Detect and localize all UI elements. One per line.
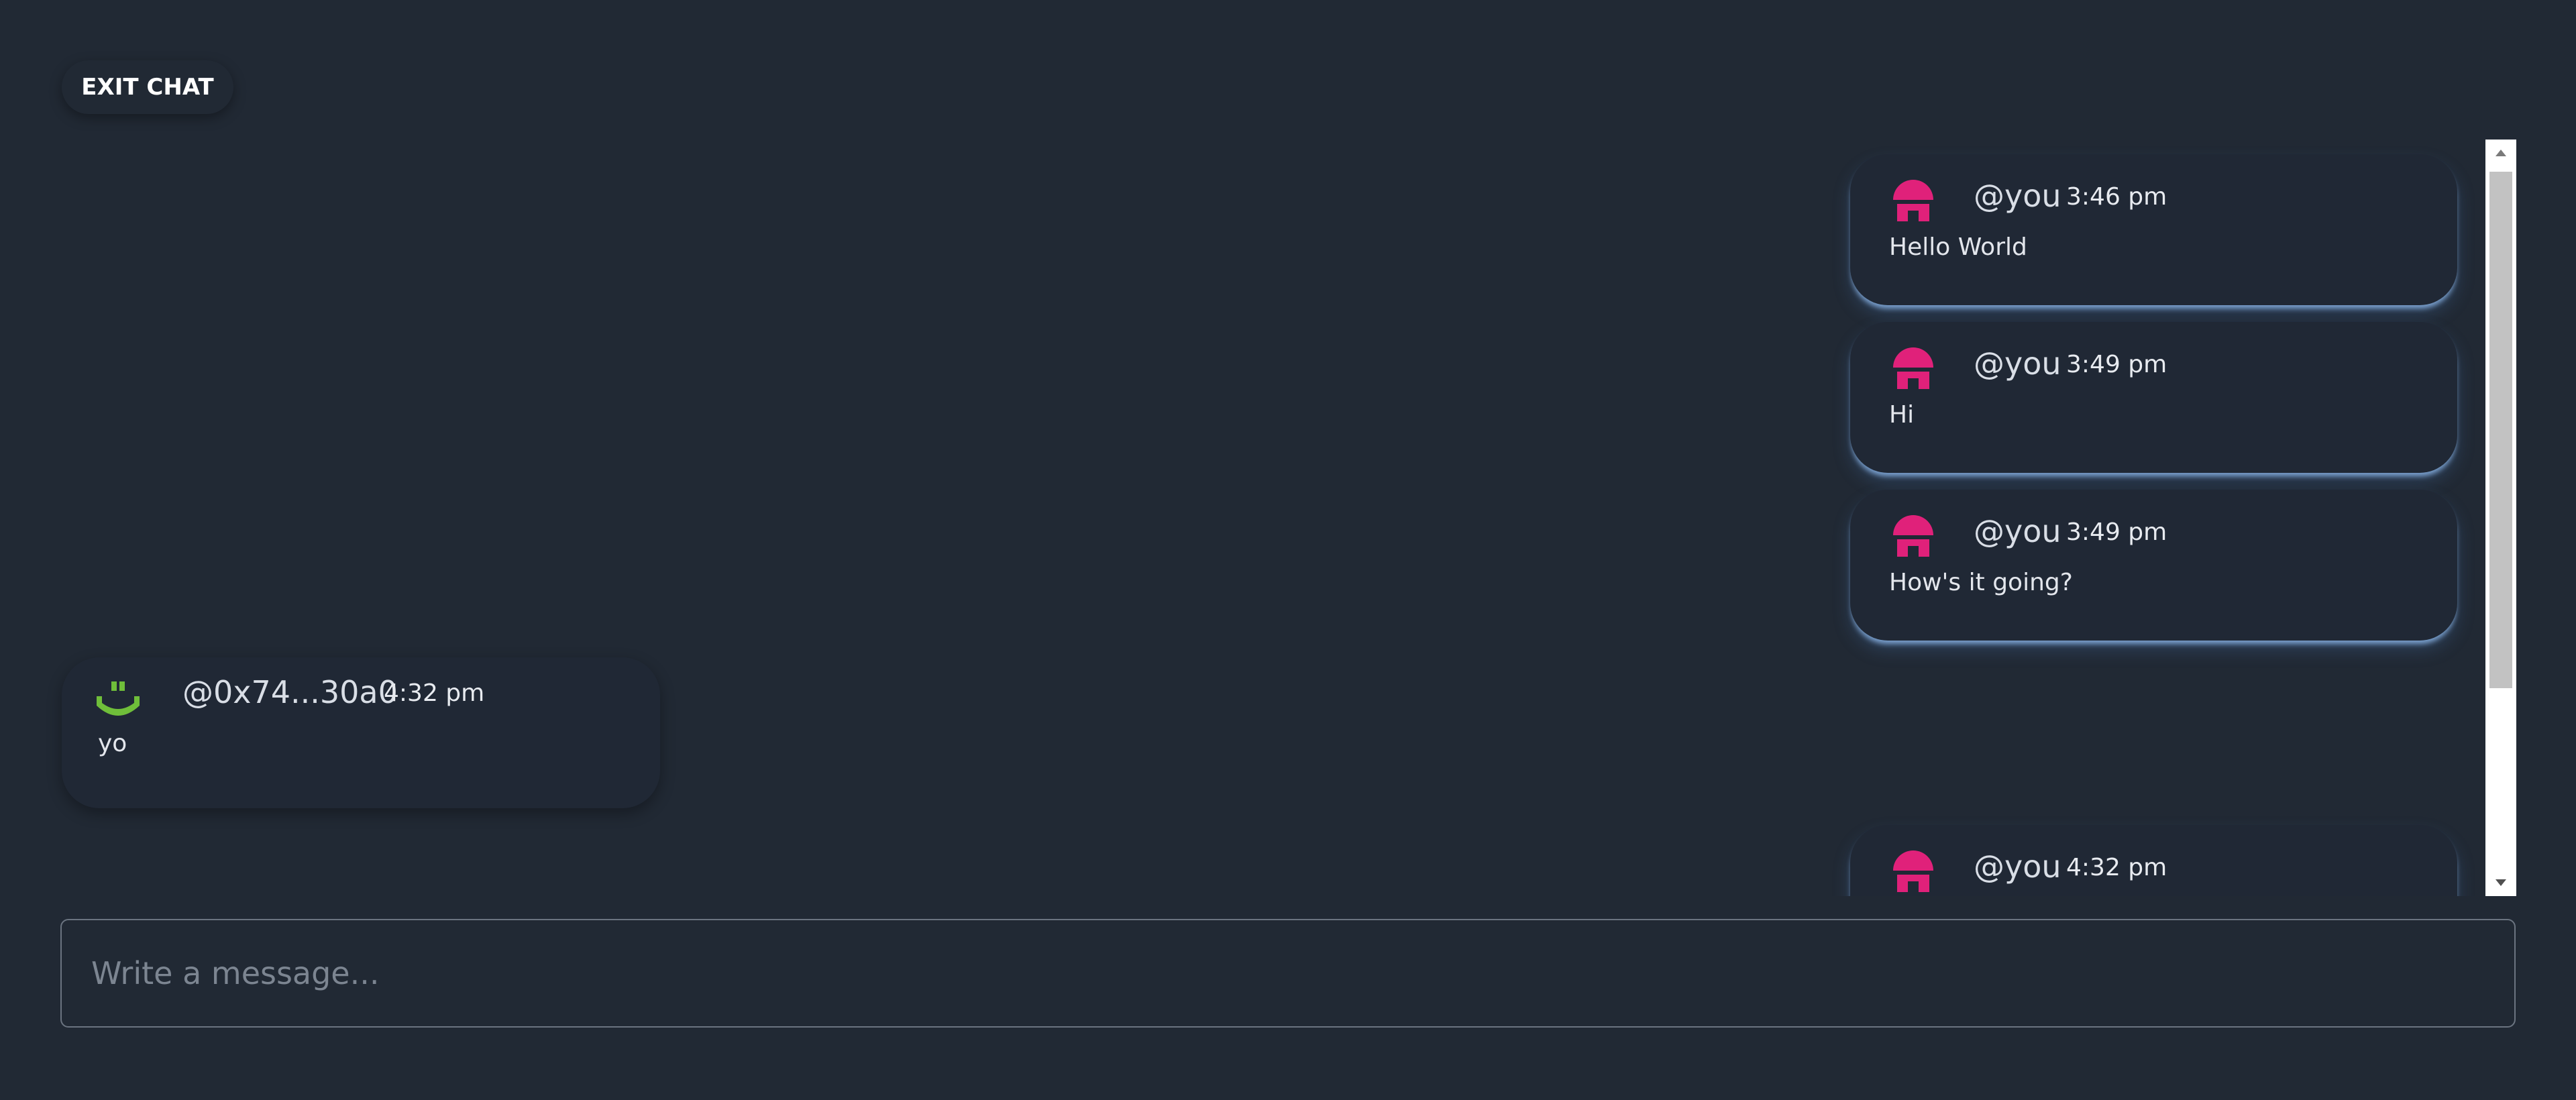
message-bubble: @you 3:46 pm Hello World: [1850, 154, 2457, 305]
message-handle: @0x74...30a0: [182, 674, 398, 710]
pink-dome-avatar-icon: [1893, 347, 1933, 389]
message-list[interactable]: @you 3:46 pm Hello World @you 3:49 pm Hi: [0, 140, 2482, 896]
pink-dome-avatar-icon: [1893, 515, 1933, 557]
message-time: 4:32 pm: [2066, 854, 2167, 881]
message-handle: @you: [1974, 848, 2061, 885]
message-bubble: @0x74...30a0 4:32 pm yo: [62, 657, 660, 808]
message-handle: @you: [1974, 513, 2061, 549]
chat-page: EXIT CHAT @you 3:46 pm Hello World @you …: [0, 0, 2576, 1100]
message-list-scrollbar[interactable]: [2485, 140, 2516, 896]
scrollbar-thumb[interactable]: [2489, 172, 2512, 688]
message-input[interactable]: [60, 919, 2516, 1028]
scroll-down-arrow-icon[interactable]: [2485, 869, 2516, 896]
exit-chat-button[interactable]: EXIT CHAT: [62, 60, 233, 114]
message-time: 3:46 pm: [2066, 183, 2167, 211]
message-text: How's it going?: [1889, 569, 2073, 596]
pink-dome-avatar-icon: [1893, 850, 1933, 892]
pink-dome-avatar-icon: [1893, 180, 1933, 221]
green-smiley-avatar-icon: [97, 681, 140, 716]
message-time: 3:49 pm: [2066, 518, 2167, 546]
message-handle: @you: [1974, 178, 2061, 214]
message-bubble: @you 3:49 pm Hi: [1850, 322, 2457, 473]
message-text: Hi: [1889, 401, 1915, 429]
message-time: 4:32 pm: [384, 679, 485, 707]
message-text: Hello World: [1889, 233, 2027, 261]
message-time: 3:49 pm: [2066, 351, 2167, 378]
message-handle: @you: [1974, 345, 2061, 382]
scroll-up-arrow-icon[interactable]: [2485, 140, 2516, 166]
message-bubble: @you 4:32 pm: [1850, 825, 2457, 896]
message-bubble: @you 3:49 pm How's it going?: [1850, 490, 2457, 641]
message-text: yo: [98, 730, 127, 757]
